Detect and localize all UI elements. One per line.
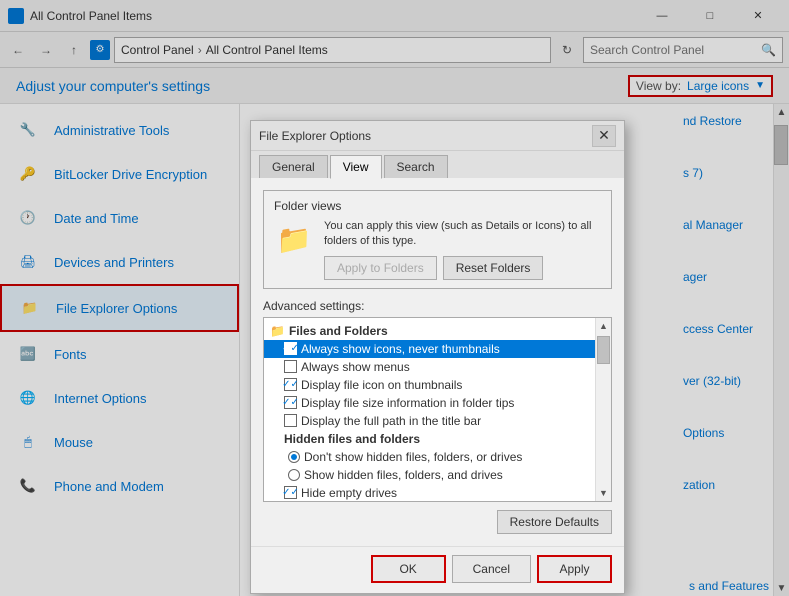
- setting-display-full-path[interactable]: Display the full path in the title bar: [264, 412, 595, 430]
- tab-general[interactable]: General: [259, 155, 328, 178]
- file-explorer-dialog: File Explorer Options ✕ General View Sea…: [250, 120, 625, 594]
- folder-views-icon: 📁: [274, 219, 314, 259]
- restore-defaults-row: Restore Defaults: [263, 510, 612, 534]
- tab-view[interactable]: View: [330, 155, 382, 179]
- show-hidden-radio[interactable]: [288, 469, 300, 481]
- settings-scroll-down[interactable]: ▼: [596, 485, 611, 501]
- checkmark-icon: ✓: [282, 487, 290, 498]
- folder-views-description: You can apply this view (such as Details…: [324, 219, 601, 250]
- setting-display-file-size[interactable]: ✓ Display file size information in folde…: [264, 394, 595, 412]
- always-show-icons-checkbox[interactable]: ✓: [284, 342, 297, 355]
- settings-scroll-track: [596, 334, 611, 485]
- dialog-buttons: OK Cancel Apply: [251, 546, 624, 593]
- folder-views-row: 📁 You can apply this view (such as Detai…: [274, 219, 601, 280]
- display-file-icon-label: Display file icon on thumbnails: [301, 378, 462, 392]
- settings-list: 📁 Files and Folders ✓ Always show icons,…: [264, 318, 611, 502]
- apply-button[interactable]: Apply: [537, 555, 612, 583]
- restore-defaults-button[interactable]: Restore Defaults: [497, 510, 612, 534]
- folder-views-buttons: Apply to Folders Reset Folders: [324, 256, 601, 280]
- dialog-tabs: General View Search: [251, 151, 624, 178]
- dont-show-hidden-radio[interactable]: [288, 451, 300, 463]
- setting-dont-show-hidden[interactable]: Don't show hidden files, folders, or dri…: [264, 448, 595, 466]
- setting-always-show-menus[interactable]: Always show menus: [264, 358, 595, 376]
- setting-hide-empty-drives[interactable]: ✓ Hide empty drives: [264, 484, 595, 502]
- hide-empty-drives-checkbox[interactable]: ✓: [284, 486, 297, 499]
- dialog-title: File Explorer Options: [259, 129, 592, 143]
- tab-search[interactable]: Search: [384, 155, 448, 178]
- category-hidden-files: Hidden files and folders: [264, 430, 595, 448]
- setting-display-file-icon[interactable]: ✓ Display file icon on thumbnails: [264, 376, 595, 394]
- hide-empty-drives-label: Hide empty drives: [301, 486, 397, 500]
- always-show-menus-checkbox[interactable]: [284, 360, 297, 373]
- dialog-close-button[interactable]: ✕: [592, 125, 616, 147]
- display-file-icon-checkbox[interactable]: ✓: [284, 378, 297, 391]
- cancel-button[interactable]: Cancel: [452, 555, 531, 583]
- folder-views-label: Folder views: [274, 199, 601, 213]
- folder-views-right: You can apply this view (such as Details…: [324, 219, 601, 280]
- advanced-settings-label: Advanced settings:: [263, 299, 612, 313]
- display-full-path-checkbox[interactable]: [284, 414, 297, 427]
- checkmark-icon: ✓: [282, 379, 290, 390]
- folder-views-group: Folder views 📁 You can apply this view (…: [263, 190, 612, 289]
- show-hidden-label: Show hidden files, folders, and drives: [304, 468, 503, 482]
- reset-folders-button[interactable]: Reset Folders: [443, 256, 544, 280]
- ok-button[interactable]: OK: [371, 555, 446, 583]
- display-file-size-checkbox[interactable]: ✓: [284, 396, 297, 409]
- folder-category-icon: 📁: [270, 324, 285, 338]
- always-show-menus-label: Always show menus: [301, 360, 410, 374]
- checkmark-icon: ✓: [282, 343, 290, 354]
- settings-scroll-up[interactable]: ▲: [596, 318, 611, 334]
- setting-always-show-icons[interactable]: ✓ Always show icons, never thumbnails: [264, 340, 595, 358]
- dont-show-hidden-label: Don't show hidden files, folders, or dri…: [304, 450, 522, 464]
- category-files-folders: 📁 Files and Folders: [264, 322, 595, 340]
- files-folders-label: Files and Folders: [289, 324, 388, 338]
- dialog-title-bar: File Explorer Options ✕: [251, 121, 624, 151]
- settings-scrollbar[interactable]: ▲ ▼: [595, 318, 611, 501]
- apply-to-folders-button[interactable]: Apply to Folders: [324, 256, 437, 280]
- hidden-files-label: Hidden files and folders: [284, 432, 420, 446]
- display-full-path-label: Display the full path in the title bar: [301, 414, 481, 428]
- dialog-content: Folder views 📁 You can apply this view (…: [251, 178, 624, 546]
- checkmark-icon: ✓: [282, 397, 290, 408]
- settings-scroll-thumb[interactable]: [597, 336, 610, 364]
- always-show-icons-label: Always show icons, never thumbnails: [301, 342, 500, 356]
- display-file-size-label: Display file size information in folder …: [301, 396, 514, 410]
- setting-show-hidden[interactable]: Show hidden files, folders, and drives: [264, 466, 595, 484]
- settings-list-container[interactable]: 📁 Files and Folders ✓ Always show icons,…: [263, 317, 612, 502]
